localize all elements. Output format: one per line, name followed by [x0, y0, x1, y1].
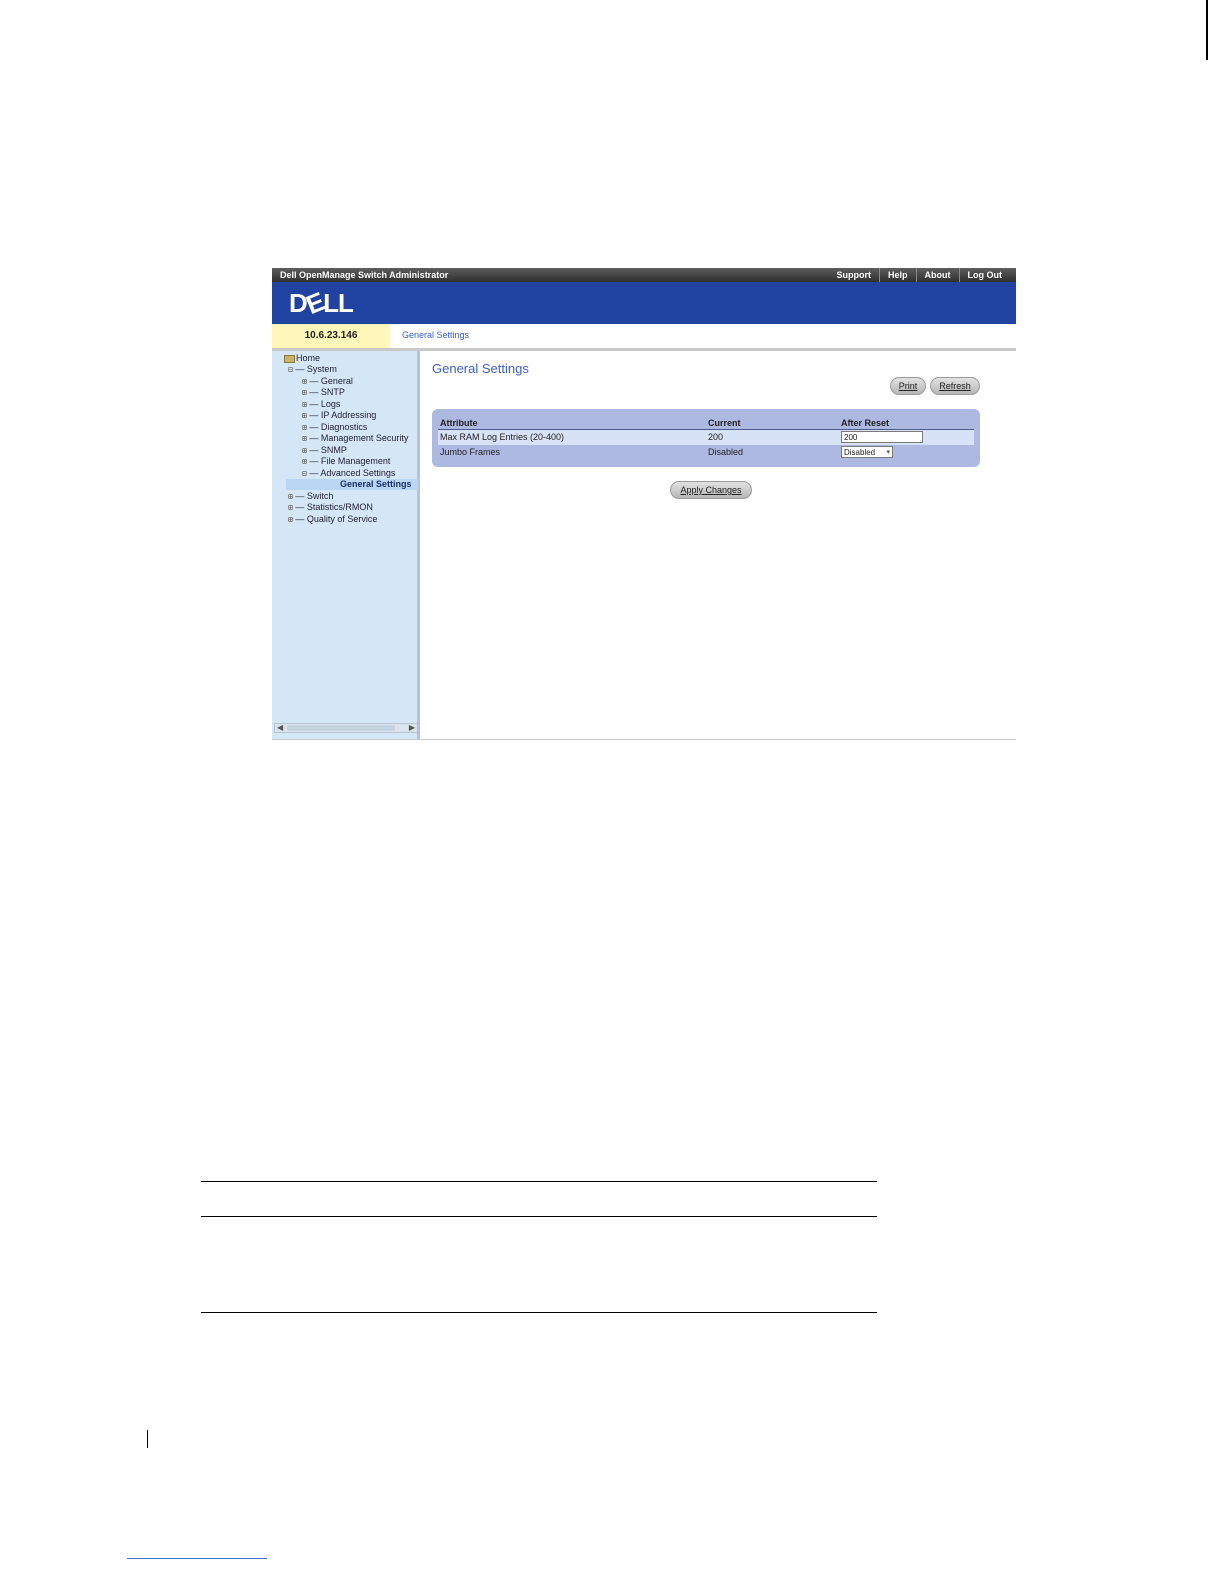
expand-icon[interactable]: ⊞ [302, 423, 307, 432]
tree-item-sntp[interactable]: ⊞ — SNTP [302, 387, 345, 398]
print-button[interactable]: Print [890, 377, 926, 395]
divider [201, 1216, 877, 1217]
settings-table: Attribute Current After Reset Max RAM Lo… [438, 418, 974, 460]
dell-logo: DELL [289, 286, 354, 321]
about-link[interactable]: About [915, 268, 959, 282]
logout-link[interactable]: Log Out [958, 268, 1011, 282]
tree-item-system[interactable]: ⊟ — System [288, 364, 337, 375]
navigation-tree: Home ⊟ — System ⊞ — General ⊞ — SNTP ⊞ —… [272, 351, 420, 739]
expand-icon[interactable]: ⊞ [302, 434, 307, 443]
table-row: Jumbo Frames Disabled Disabled ▾ [438, 445, 974, 460]
collapse-icon[interactable]: ⊟ [302, 469, 307, 478]
refresh-button[interactable]: Refresh [930, 377, 980, 395]
header-current: Current [708, 418, 741, 428]
row-current: 200 [708, 432, 724, 442]
expand-icon[interactable]: ⊞ [302, 457, 307, 466]
settings-panel: Attribute Current After Reset Max RAM Lo… [432, 409, 980, 467]
tree-item-snmp[interactable]: ⊞ — SNMP [302, 445, 347, 456]
row-attribute: Jumbo Frames [440, 447, 501, 457]
chevron-down-icon: ▾ [886, 449, 890, 456]
top-links: Support Help About Log Out [828, 268, 1010, 282]
divider [201, 1181, 877, 1182]
max-ram-log-entries-input[interactable]: 200 [841, 431, 923, 443]
switch-admin-window: Dell OpenManage Switch Administrator Sup… [272, 268, 1016, 740]
device-ip: 10.6.23.146 [272, 324, 390, 348]
expand-icon[interactable]: ⊞ [302, 388, 307, 397]
scroll-right-icon[interactable]: ▶ [409, 723, 415, 732]
horizontal-scrollbar[interactable]: ◀ ▶ [274, 723, 418, 733]
breadcrumb-bar: 10.6.23.146 General Settings [272, 324, 1016, 351]
help-link[interactable]: Help [878, 268, 916, 282]
support-link[interactable]: Support [828, 268, 879, 282]
tree-item-logs[interactable]: ⊞ — Logs [302, 399, 340, 410]
tree-item-general-settings[interactable]: General Settings [286, 479, 418, 490]
table-row: Max RAM Log Entries (20-400) 200 200 [438, 430, 974, 445]
tree-item-switch[interactable]: ⊞ — Switch [288, 491, 333, 502]
tree-item-diagnostics[interactable]: ⊞ — Diagnostics [302, 422, 367, 433]
top-bar: Dell OpenManage Switch Administrator Sup… [272, 268, 1016, 282]
footer-underline [127, 1558, 267, 1559]
tree-item-management-security[interactable]: ⊞ — Management Security [302, 433, 408, 444]
row-attribute: Max RAM Log Entries (20-400) [440, 432, 565, 442]
margin-bar [147, 1430, 148, 1448]
scrollbar-thumb[interactable] [287, 725, 395, 731]
tree-item-statistics-rmon[interactable]: ⊞ — Statistics/RMON [288, 502, 373, 513]
apply-changes-button[interactable]: Apply Changes [670, 481, 752, 499]
divider [201, 1312, 877, 1313]
expand-icon[interactable]: ⊞ [302, 400, 307, 409]
crop-mark [1206, 0, 1208, 60]
brand-banner: DELL [272, 282, 1016, 324]
expand-icon[interactable]: ⊞ [288, 503, 293, 512]
tree-item-advanced-settings[interactable]: ⊟ — Advanced Settings [302, 468, 395, 479]
breadcrumb[interactable]: General Settings [402, 324, 469, 346]
expand-icon[interactable]: ⊞ [302, 377, 307, 386]
page-title: General Settings [432, 361, 529, 376]
tree-item-file-management[interactable]: ⊞ — File Management [302, 456, 390, 467]
expand-icon[interactable]: ⊞ [288, 492, 293, 501]
header-after-reset: After Reset [841, 418, 890, 428]
tree-item-home[interactable]: Home [284, 353, 320, 364]
collapse-icon[interactable]: ⊟ [288, 365, 293, 374]
tree-item-ip-addressing[interactable]: ⊞ — IP Addressing [302, 410, 376, 421]
expand-icon[interactable]: ⊞ [302, 411, 307, 420]
tree-item-quality-of-service[interactable]: ⊞ — Quality of Service [288, 514, 377, 525]
app-title: Dell OpenManage Switch Administrator [280, 270, 449, 280]
scroll-left-icon[interactable]: ◀ [277, 723, 283, 732]
jumbo-frames-select[interactable]: Disabled ▾ [841, 446, 893, 458]
folder-icon [284, 354, 295, 363]
header-attribute: Attribute [440, 418, 478, 428]
tree-item-general[interactable]: ⊞ — General [302, 376, 353, 387]
main-content: General Settings Print Refresh Attribute… [420, 351, 1016, 739]
table-header: Attribute Current After Reset [438, 418, 974, 430]
expand-icon[interactable]: ⊞ [302, 446, 307, 455]
expand-icon[interactable]: ⊞ [288, 515, 293, 524]
row-current: Disabled [708, 447, 744, 457]
